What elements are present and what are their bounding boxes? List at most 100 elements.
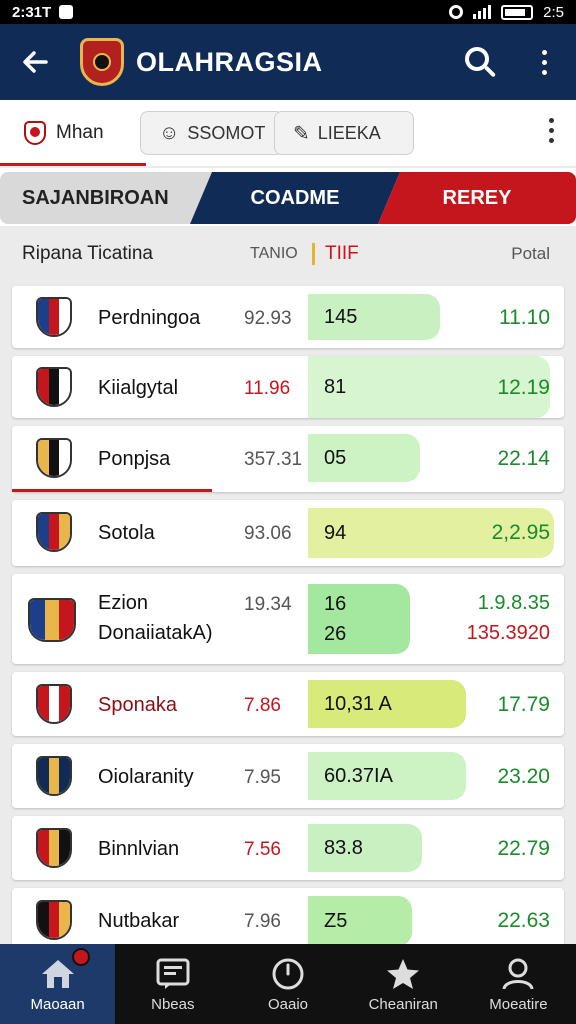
settings-status-icon bbox=[449, 5, 464, 19]
app-title: OLAHRAGSIA bbox=[136, 46, 323, 77]
table-row[interactable]: Sponaka 7.86 10,31 A 17.79 bbox=[12, 672, 564, 736]
crest-stripe bbox=[38, 440, 49, 476]
segmented-control: SAJANBIROAN COADME REREY bbox=[0, 168, 576, 226]
team-stat: 7.96 bbox=[244, 911, 281, 932]
standings-list: Perdningoa 92.93 145 11.10 Kiialgytal 11… bbox=[12, 286, 564, 962]
nav-home-label: Maoaan bbox=[30, 995, 85, 1013]
segment-middle[interactable]: COADME bbox=[190, 172, 400, 224]
tab-active-indicator bbox=[0, 163, 146, 166]
team-crest-icon bbox=[36, 297, 72, 337]
crest-stripe bbox=[59, 600, 74, 640]
team-name: Nutbakar bbox=[98, 910, 180, 932]
team-stat: 19.34 bbox=[244, 594, 292, 615]
sub-toolbar: Mhan ☺ SSOMOT ✎ LIEEKA bbox=[0, 100, 576, 166]
table-row[interactable]: Oiolaranity 7.95 60.37IA 23.20 bbox=[12, 744, 564, 808]
home-icon bbox=[41, 959, 74, 988]
tab-main[interactable]: Mhan bbox=[0, 100, 146, 166]
more-vert-icon bbox=[541, 49, 547, 75]
crest-stripe bbox=[38, 758, 49, 794]
team-total: 12.19 bbox=[497, 376, 550, 399]
shield-icon bbox=[24, 121, 46, 145]
crest-stripe bbox=[59, 440, 70, 476]
crest-stripe bbox=[59, 758, 70, 794]
back-button[interactable] bbox=[0, 24, 70, 100]
table-row[interactable]: Perdningoa 92.93 145 11.10 bbox=[12, 286, 564, 348]
table-row[interactable]: Ezion DonaiiatakA) 19.34 16 26 1.9.8.35 … bbox=[12, 574, 564, 664]
notification-icon bbox=[59, 5, 74, 19]
nav-profile-label: Moeatire bbox=[489, 995, 548, 1013]
nav-favorites[interactable]: Cheaniran bbox=[346, 944, 461, 1024]
nav-profile[interactable]: Moeatire bbox=[461, 944, 576, 1024]
team-name: Kiialgytal bbox=[98, 377, 179, 399]
segment-right[interactable]: REREY bbox=[378, 172, 576, 224]
nav-home[interactable]: Maoaan bbox=[0, 944, 116, 1024]
profile-icon bbox=[502, 958, 534, 990]
team-total: 22.63 bbox=[497, 909, 550, 932]
team-total: 2,2.95 bbox=[491, 521, 550, 544]
notification-badge bbox=[72, 948, 90, 966]
crest-stripe bbox=[38, 514, 49, 550]
header-name[interactable]: Ripana Ticatina bbox=[22, 243, 153, 265]
sub-more-button[interactable] bbox=[549, 118, 554, 143]
crest-stripe bbox=[48, 830, 60, 866]
crest-stripe bbox=[48, 299, 60, 335]
team-name: Perdningoa bbox=[98, 307, 201, 329]
segment-left[interactable]: SAJANBIROAN bbox=[0, 172, 212, 224]
app-logo bbox=[80, 38, 124, 86]
crest-stripe bbox=[38, 830, 49, 866]
nav-news-label: Nbeas bbox=[151, 995, 195, 1013]
status-right-time: 2:5 bbox=[543, 3, 564, 21]
crest-stripe bbox=[48, 440, 60, 476]
tab-main-label: Mhan bbox=[56, 122, 104, 143]
score-primary: 16 bbox=[324, 593, 347, 615]
crest-stripe bbox=[30, 600, 45, 640]
crest-stripe bbox=[38, 902, 49, 938]
status-time: 2:31T bbox=[12, 3, 52, 21]
chip-label: SSOMOT bbox=[187, 122, 266, 143]
team-stat: 7.56 bbox=[244, 839, 281, 860]
team-crest-icon bbox=[36, 438, 72, 478]
team-name: Ezion bbox=[98, 592, 149, 614]
search-button[interactable] bbox=[448, 24, 512, 100]
team-stat: 357.31 bbox=[244, 449, 303, 470]
crest-stripe bbox=[59, 902, 70, 938]
team-total: 22.14 bbox=[497, 447, 550, 470]
nav-clock[interactable]: Oaaio bbox=[230, 944, 345, 1024]
score-pill: 10,31 A bbox=[308, 680, 466, 728]
header-score[interactable]: TIIF bbox=[312, 243, 359, 265]
team-name-secondary: DonaiiatakA) bbox=[98, 622, 213, 644]
crest-stripe bbox=[59, 514, 70, 550]
team-crest-icon bbox=[36, 367, 72, 407]
table-row[interactable]: Binnlvian 7.56 83.8 22.79 bbox=[12, 816, 564, 880]
team-crest-icon bbox=[36, 756, 72, 796]
crest-stripe bbox=[48, 902, 60, 938]
team-stat: 11.96 bbox=[244, 378, 291, 399]
crest-stripe bbox=[59, 686, 70, 722]
team-name: Sotola bbox=[98, 522, 155, 544]
table-row[interactable]: Sotola 93.06 94 2,2.95 bbox=[12, 500, 564, 566]
team-total: 22.79 bbox=[497, 837, 550, 860]
team-crest-icon bbox=[36, 828, 72, 868]
status-bar: 2:31T 2:5 bbox=[0, 0, 576, 24]
header-stat[interactable]: TANIO bbox=[250, 245, 298, 263]
overflow-menu-button[interactable] bbox=[512, 24, 576, 100]
person-icon: ☺ bbox=[159, 121, 180, 144]
header-total[interactable]: Potal bbox=[511, 244, 550, 264]
table-row[interactable]: Kiialgytal 11.96 81 12.19 bbox=[12, 356, 564, 418]
team-total: 23.20 bbox=[497, 765, 550, 788]
score-pill: 83.8 bbox=[308, 824, 422, 872]
score-pill: 05 bbox=[308, 434, 420, 482]
crest-stripe bbox=[48, 686, 60, 722]
crest-stripe bbox=[38, 686, 49, 722]
filter-chip-ssomot[interactable]: ☺ SSOMOT bbox=[140, 111, 285, 155]
clock-icon bbox=[272, 958, 304, 989]
table-row-selected[interactable]: Ponpjsa 357.31 05 22.14 bbox=[12, 426, 564, 492]
score-pill: 16 26 bbox=[308, 584, 410, 654]
crest-stripe bbox=[59, 299, 70, 335]
back-arrow-icon bbox=[23, 51, 48, 73]
team-name: Ponpjsa bbox=[98, 448, 171, 470]
filter-chip-lieeka[interactable]: ✎ LIEEKA bbox=[274, 111, 414, 155]
nav-news[interactable]: Nbeas bbox=[115, 944, 230, 1024]
chip-label: LIEEKA bbox=[317, 122, 381, 143]
team-stat: 93.06 bbox=[244, 523, 292, 544]
